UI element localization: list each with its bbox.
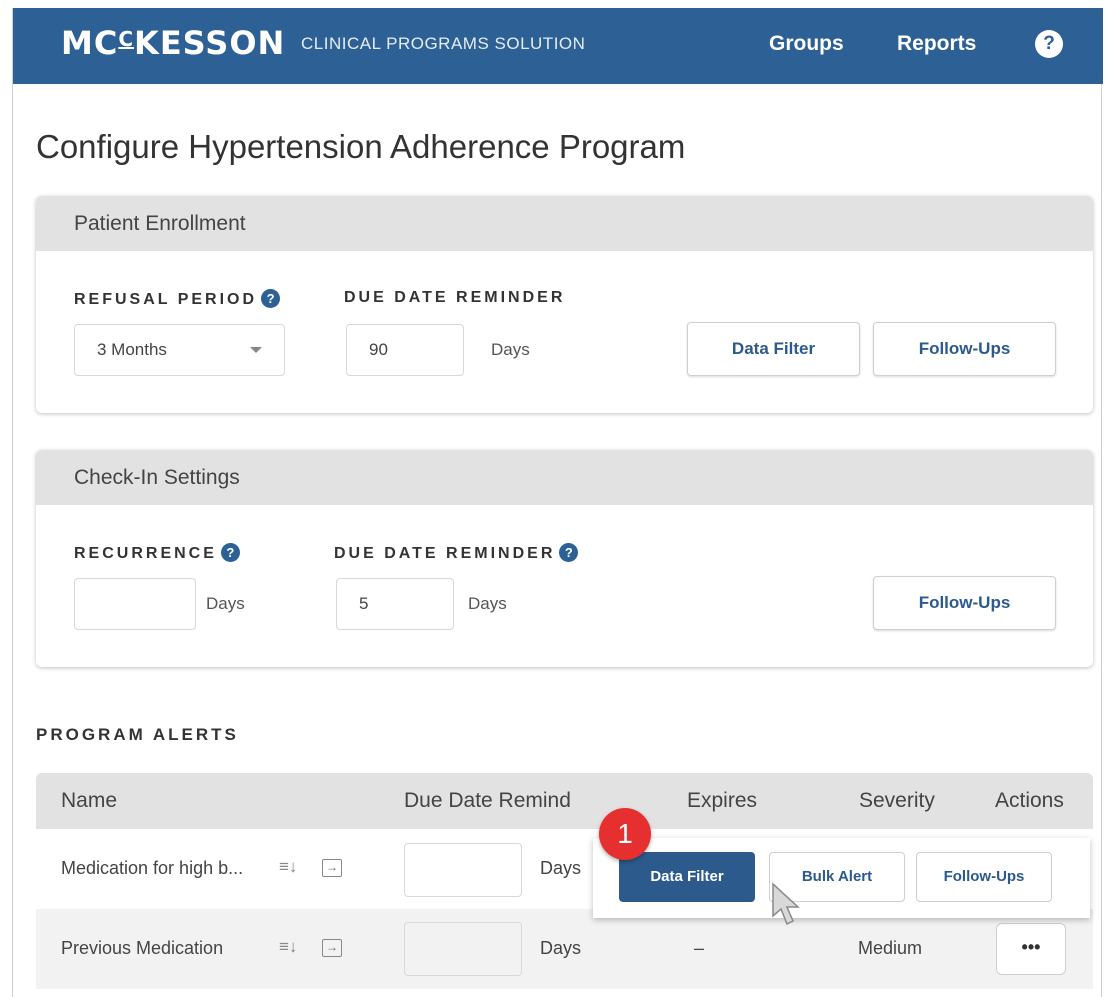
checkin-follow-ups-button[interactable]: Follow-Ups (873, 576, 1056, 630)
patient-enrollment-card: Patient Enrollment REFUSAL PERIOD? DUE D… (36, 196, 1093, 413)
refusal-period-label: REFUSAL PERIOD? (74, 289, 281, 309)
checkin-due-date-label: DUE DATE REMINDER? (334, 543, 579, 563)
due-date-reminder-input[interactable]: 90 (346, 324, 464, 376)
row-data-filter-button[interactable]: Data Filter (619, 852, 755, 902)
table-row[interactable]: Previous Medication ≡↓ → Days – Medium •… (36, 909, 1093, 989)
column-name[interactable]: Name (61, 789, 117, 813)
alert-severity: Medium (858, 938, 923, 958)
row-actions-popover: Data Filter Bulk Alert Follow-Ups (593, 838, 1090, 918)
list-edit-icon[interactable]: ≡↓ (279, 937, 297, 957)
page-title: Configure Hypertension Adherence Program (36, 128, 686, 165)
table-header: Name Due Date Remind Expires Severity Ac… (36, 773, 1093, 829)
chevron-down-icon (250, 347, 262, 353)
check-in-settings-title: Check-In Settings (36, 450, 1093, 505)
mckesson-logo[interactable]: MCCKESSON (61, 24, 285, 62)
help-icon[interactable]: ? (1035, 30, 1063, 58)
recurrence-input[interactable] (74, 578, 196, 630)
alert-due-date-unit: Days (540, 858, 582, 878)
help-icon[interactable]: ? (559, 543, 579, 562)
data-filter-button[interactable]: Data Filter (687, 322, 860, 376)
column-expires[interactable]: Expires (687, 789, 757, 813)
patient-enrollment-title: Patient Enrollment (36, 196, 1093, 251)
export-icon[interactable]: → (322, 939, 342, 957)
help-icon[interactable]: ? (261, 289, 281, 308)
list-edit-icon[interactable]: ≡↓ (279, 857, 297, 877)
recurrence-label: RECURRENCE? (74, 543, 240, 563)
check-in-settings-card: Check-In Settings RECURRENCE? DUE DATE R… (36, 450, 1093, 667)
more-actions-button[interactable]: ••• (996, 923, 1066, 975)
export-icon[interactable]: → (322, 859, 342, 877)
top-bar: MCCKESSON CLINICAL PROGRAMS SOLUTION Gro… (13, 8, 1103, 84)
step-number-badge: 1 (599, 808, 651, 860)
checkin-due-date-input[interactable]: 5 (336, 578, 454, 630)
alert-due-date-unit: Days (540, 938, 582, 958)
alert-name: Previous Medication (61, 938, 224, 958)
due-date-reminder-label: DUE DATE REMINDER (344, 289, 566, 306)
recurrence-unit: Days (206, 594, 245, 613)
column-severity[interactable]: Severity (859, 789, 935, 813)
column-due-date-reminder[interactable]: Due Date Remind (404, 789, 571, 813)
checkin-due-date-unit: Days (468, 594, 507, 613)
app-frame: MCCKESSON CLINICAL PROGRAMS SOLUTION Gro… (12, 8, 1103, 997)
row-follow-ups-button[interactable]: Follow-Ups (916, 852, 1052, 902)
alert-name: Medication for high b... (61, 858, 244, 878)
program-alerts-title: PROGRAM ALERTS (36, 725, 239, 744)
refusal-period-select[interactable]: 3 Months (74, 324, 285, 376)
follow-ups-button[interactable]: Follow-Ups (873, 322, 1056, 376)
help-icon[interactable]: ? (220, 543, 240, 562)
product-name: CLINICAL PROGRAMS SOLUTION (301, 34, 586, 53)
nav-groups[interactable]: Groups (769, 32, 844, 56)
alert-expires: – (694, 938, 705, 958)
column-actions: Actions (995, 789, 1064, 812)
due-date-unit: Days (491, 340, 530, 359)
nav-reports[interactable]: Reports (897, 32, 976, 56)
cursor-icon (772, 882, 800, 926)
alert-due-date-input[interactable] (404, 843, 522, 897)
alert-due-date-input[interactable] (404, 922, 522, 976)
